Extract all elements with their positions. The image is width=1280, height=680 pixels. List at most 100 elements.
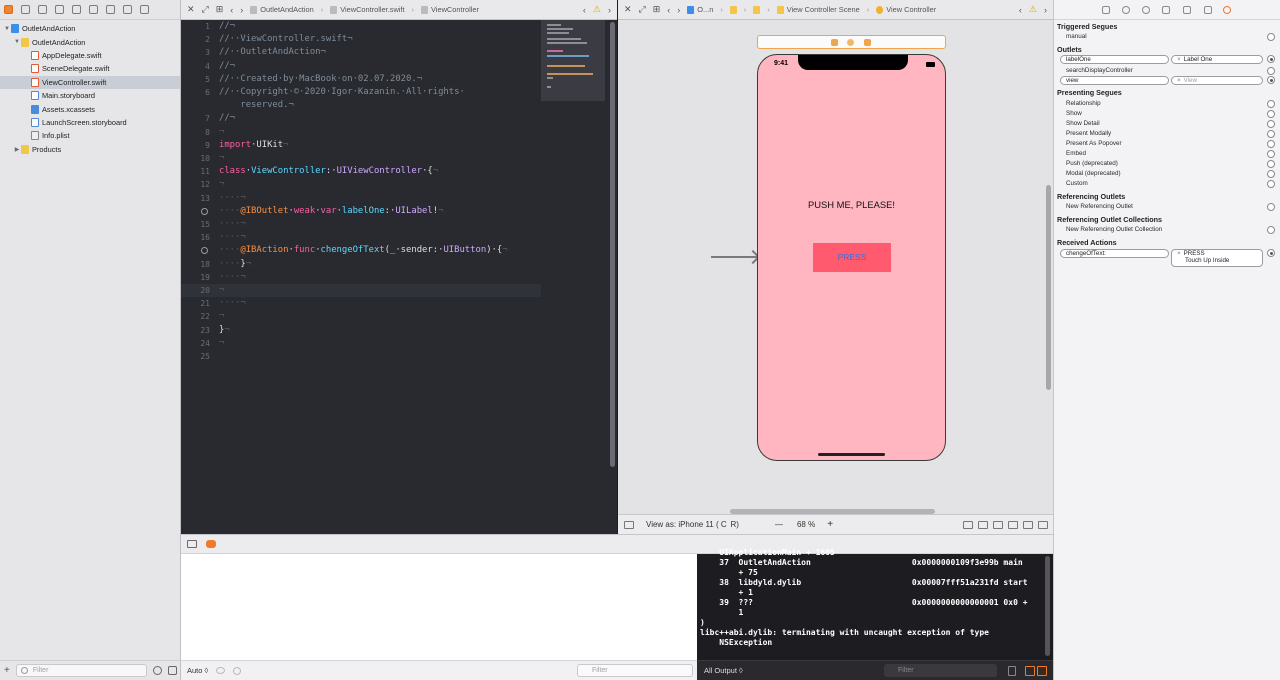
resolve-autolayout-icon[interactable] — [1023, 520, 1033, 529]
forward-icon[interactable]: › — [1044, 5, 1047, 15]
exit-icon[interactable] — [864, 39, 871, 46]
outlet-name-labelOne[interactable]: labelOne — [1060, 55, 1169, 64]
warning-icon[interactable]: ⚠ — [593, 4, 601, 15]
line-number[interactable]: 13 — [181, 192, 210, 205]
outlet-target-labelOne[interactable]: × Label One — [1171, 55, 1263, 64]
find-navigator-icon[interactable] — [55, 5, 64, 14]
disconnect-icon[interactable]: × — [1177, 56, 1181, 63]
related-items-icon[interactable]: ⊞ — [653, 4, 661, 15]
breadcrumb-class[interactable]: ViewController — [421, 5, 479, 14]
breadcrumb-scene[interactable]: View Controller Scene — [776, 5, 860, 14]
code-text[interactable]: //¬ — [219, 20, 235, 33]
connections-inspector-icon[interactable] — [1223, 6, 1231, 14]
breadcrumb-view-controller[interactable]: View Controller — [876, 5, 936, 14]
line-number[interactable]: 22 — [181, 310, 210, 323]
code-line[interactable]: 1 //¬ — [181, 20, 541, 33]
code-line[interactable]: 16 ····¬ — [181, 231, 541, 244]
line-number[interactable]: 25 — [181, 350, 210, 363]
console-scrollbar[interactable] — [1045, 556, 1050, 656]
expand-icon[interactable]: ⤢ — [639, 4, 646, 15]
output-selector[interactable]: All Output ◊ — [704, 666, 743, 675]
attributes-inspector-icon[interactable] — [1183, 6, 1191, 14]
line-number[interactable]: 9 — [181, 139, 210, 152]
code-text[interactable]: }¬ — [219, 324, 230, 337]
line-number[interactable]: 2 — [181, 33, 210, 46]
console-output[interactable]: UIApplicationMain + 1605 37 OutletAndAct… — [697, 548, 1053, 680]
issue-navigator-icon[interactable] — [72, 5, 81, 14]
view-as-device[interactable]: View as: iPhone 11 ( C R) — [646, 520, 739, 529]
disclosure-icon[interactable]: ▶ — [13, 146, 21, 153]
code-text[interactable]: //··ViewController.swift¬ — [219, 33, 353, 46]
breakpoint-navigator-icon[interactable] — [123, 5, 132, 14]
line-number[interactable]: 19 — [181, 271, 210, 284]
code-text[interactable]: class·ViewController:·UIViewController·{… — [219, 165, 438, 178]
trash-icon[interactable] — [1008, 666, 1016, 676]
connection-circle[interactable] — [1267, 249, 1275, 257]
back-icon[interactable]: ‹ — [230, 5, 233, 15]
related-items-icon[interactable]: ⊞ — [216, 4, 224, 15]
code-text[interactable]: ¬ — [219, 337, 224, 350]
label-one[interactable]: PUSH ME, PLEASE! — [758, 199, 945, 210]
line-number[interactable]: 11 — [181, 165, 210, 178]
console-filter-input[interactable]: Filter — [884, 664, 997, 677]
connection-circle[interactable] — [1267, 203, 1275, 211]
project-navigator-icon[interactable] — [4, 5, 13, 14]
code-text[interactable]: ····}¬ — [219, 258, 251, 271]
tree-item[interactable]: Info.plist — [0, 129, 180, 142]
outlet-connection-icon[interactable] — [201, 247, 208, 255]
connection-circle[interactable] — [1267, 100, 1275, 108]
line-number[interactable]: 4 — [181, 60, 210, 73]
align-icon[interactable] — [993, 520, 1003, 529]
connection-circle[interactable] — [1267, 140, 1275, 148]
code-line[interactable]: 19 ····¬ — [181, 271, 541, 284]
action-name-chengeOfText[interactable]: chengeOfText: — [1060, 249, 1169, 258]
code-line[interactable]: 7 //¬ — [181, 112, 541, 125]
code-line[interactable]: 3 //··OutletAndAction¬ — [181, 46, 541, 59]
recent-files-icon[interactable] — [153, 666, 162, 675]
connection-circle[interactable] — [1267, 130, 1275, 138]
code-line[interactable]: 2 //··ViewController.swift¬ — [181, 33, 541, 46]
tree-item[interactable]: Assets.xcassets — [0, 102, 180, 115]
tree-item[interactable]: ViewController.swift — [0, 75, 180, 89]
connection-circle[interactable] — [1267, 67, 1275, 75]
size-inspector-icon[interactable] — [1204, 6, 1212, 14]
code-text[interactable]: //··Created·by·MacBook·on·02.07.2020.¬ — [219, 73, 422, 86]
code-line[interactable]: 18 ····}¬ — [181, 258, 541, 271]
line-number[interactable]: 12 — [181, 178, 210, 191]
line-number[interactable]: 16 — [181, 231, 210, 244]
editor-vertical-scrollbar[interactable] — [610, 22, 615, 467]
code-line[interactable]: 5 //··Created·by·MacBook·on·02.07.2020.¬ — [181, 73, 541, 86]
code-line[interactable]: 8 ¬ — [181, 126, 541, 139]
line-number[interactable]: 24 — [181, 337, 210, 350]
folder-icon[interactable] — [729, 5, 737, 14]
line-number[interactable]: 8 — [181, 126, 210, 139]
code-text[interactable]: ····¬ — [219, 297, 246, 310]
outlet-target-view[interactable]: × View — [1171, 76, 1263, 85]
code-line[interactable]: 13 ····¬ — [181, 192, 541, 205]
code-line[interactable]: 12 ¬ — [181, 178, 541, 191]
code-text[interactable]: ····¬ — [219, 271, 246, 284]
code-line[interactable]: 22 ¬ — [181, 310, 541, 323]
code-text[interactable]: //¬ — [219, 60, 235, 73]
code-line[interactable]: 24 ¬ — [181, 337, 541, 350]
hide-debug-area-icon[interactable] — [187, 540, 197, 548]
breakpoints-toggle-icon[interactable] — [206, 540, 216, 548]
code-text[interactable]: ¬ — [219, 126, 224, 139]
connection-circle[interactable] — [1267, 110, 1275, 118]
tree-item[interactable]: LaunchScreen.storyboard — [0, 116, 180, 129]
code-text[interactable]: //··OutletAndAction¬ — [219, 46, 326, 59]
folder-icon[interactable] — [753, 5, 761, 14]
line-number[interactable]: 10 — [181, 152, 210, 165]
report-navigator-icon[interactable] — [140, 5, 149, 14]
code-line[interactable]: 4 //¬ — [181, 60, 541, 73]
code-text-area[interactable]: 1 //¬ 2 //··ViewController.swift¬ 3 //··Outle… — [181, 20, 541, 534]
tree-item[interactable]: ▶ Products — [0, 143, 180, 156]
tree-item[interactable]: ▼ OutletAndAction — [0, 22, 180, 35]
breadcrumb-project[interactable]: OutletAndAction — [250, 5, 314, 14]
connection-circle[interactable] — [1267, 160, 1275, 168]
line-number[interactable]: 6 — [181, 86, 210, 99]
code-minimap[interactable] — [541, 20, 605, 101]
embed-in-stack-icon[interactable] — [978, 520, 988, 529]
initial-view-controller-arrow-icon[interactable] — [711, 256, 757, 258]
console-text[interactable]: UIApplicationMain + 1605 37 OutletAndAct… — [700, 548, 1046, 654]
